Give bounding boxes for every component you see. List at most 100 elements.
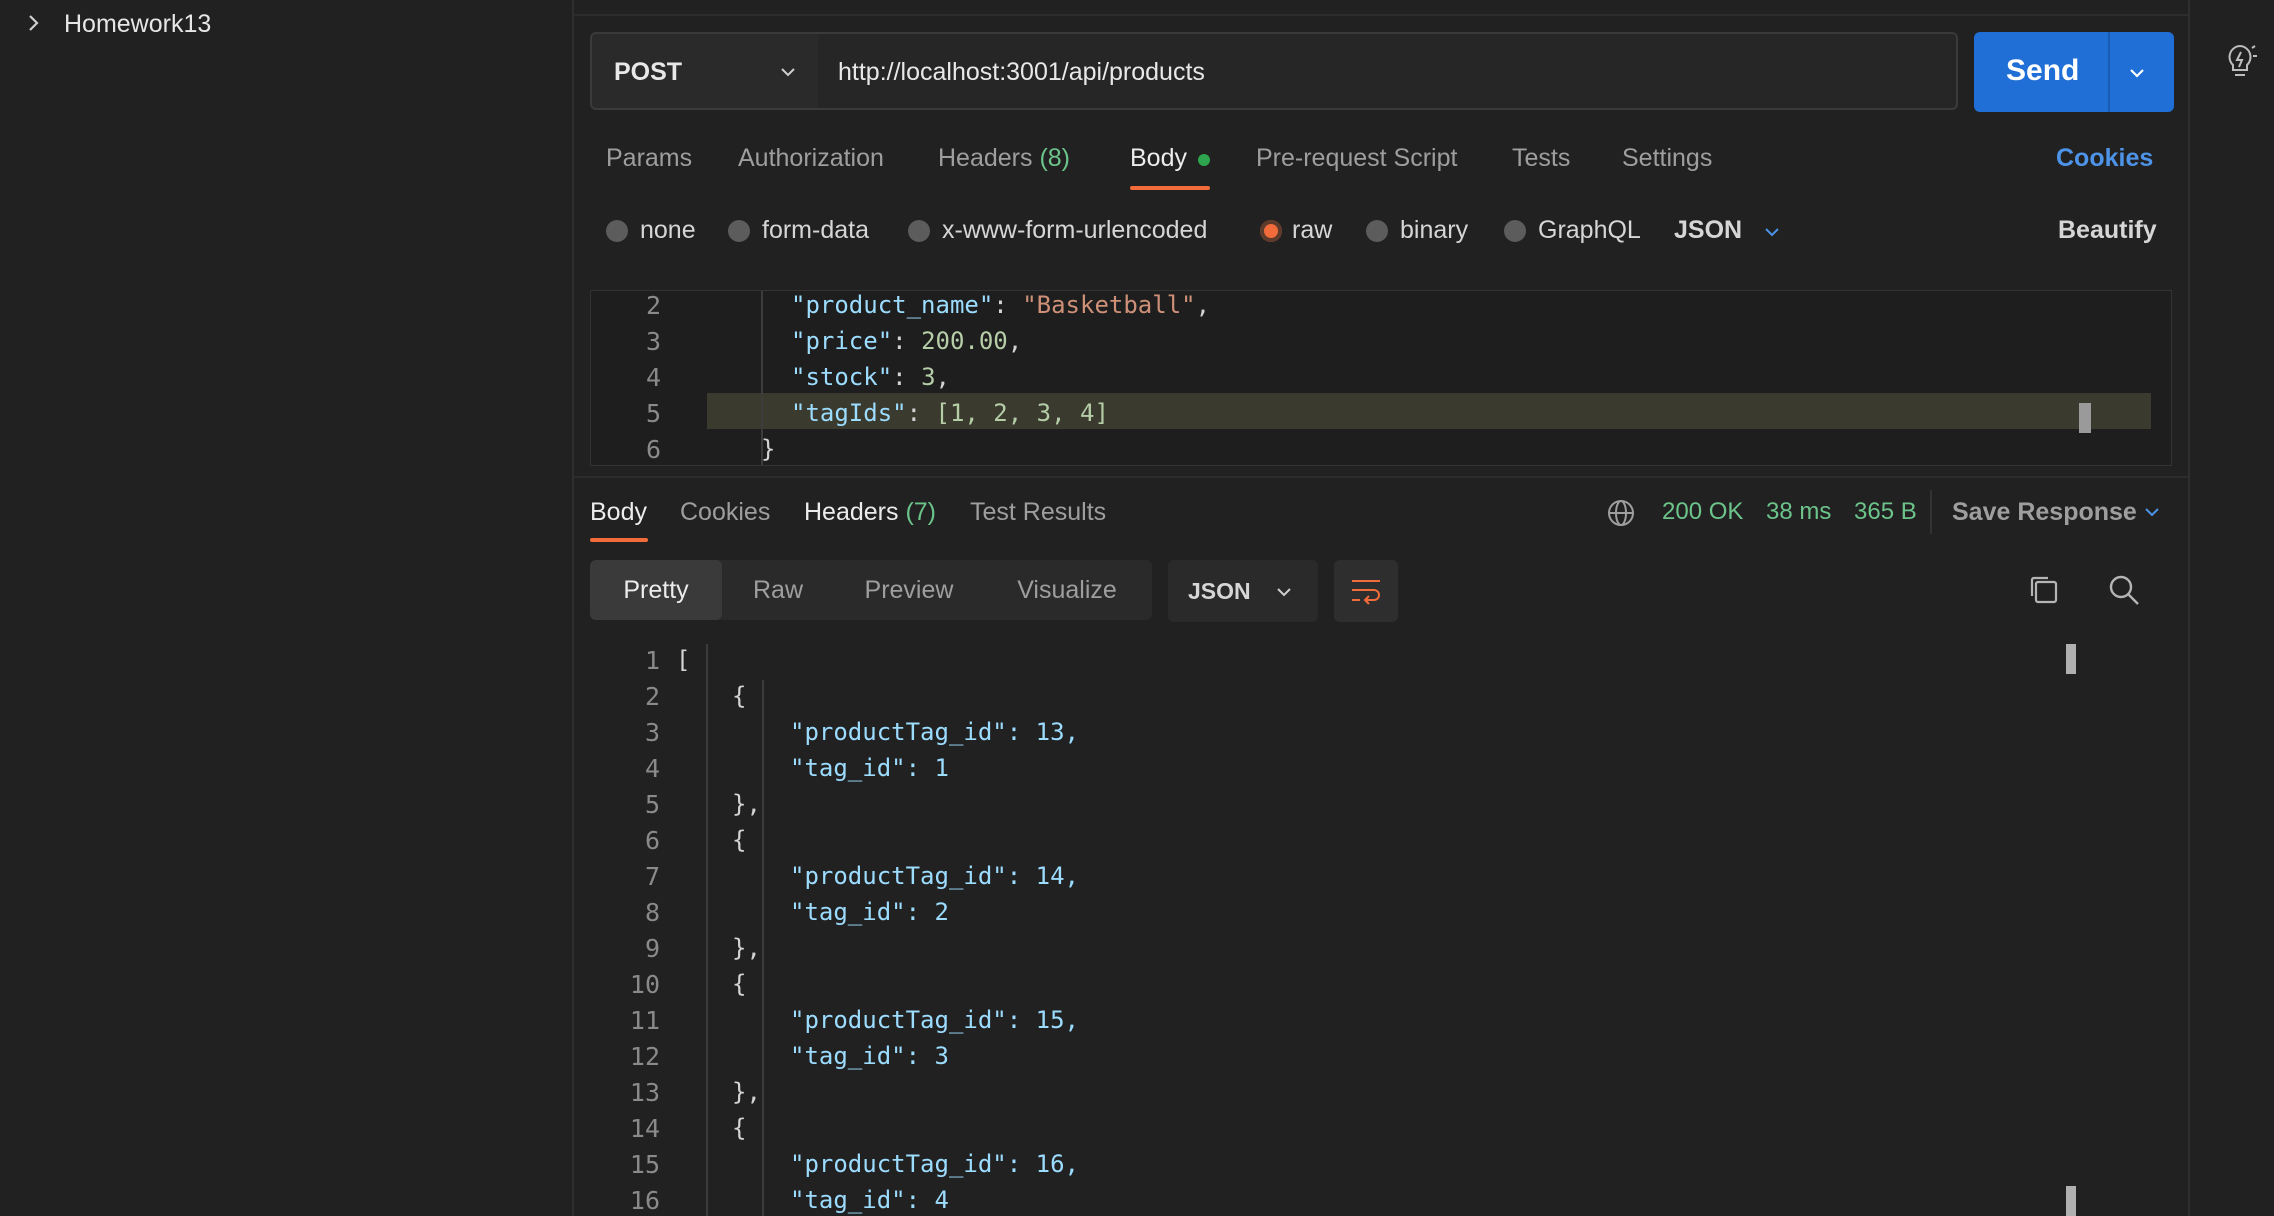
- code-line: "price": 200.00,: [791, 327, 1023, 355]
- line-number: 8: [644, 898, 660, 927]
- line-number: 14: [629, 1114, 660, 1143]
- resp-tab-body[interactable]: Body: [590, 498, 647, 527]
- tab-params[interactable]: Params: [606, 144, 692, 173]
- cookies-link[interactable]: Cookies: [2056, 144, 2153, 173]
- scrollbar-marker[interactable]: [2066, 644, 2076, 674]
- chevron-right-icon[interactable]: [22, 12, 44, 34]
- method-select[interactable]: POST: [590, 32, 820, 110]
- resp-tab-test-results[interactable]: Test Results: [970, 498, 1106, 527]
- tab-pre-request-script[interactable]: Pre-request Script: [1256, 144, 1457, 173]
- copy-icon[interactable]: [2026, 572, 2062, 608]
- indent-guide: [706, 644, 708, 1216]
- line-number: 13: [629, 1078, 660, 1107]
- line-number: 4: [645, 363, 661, 392]
- tab-settings[interactable]: Settings: [1622, 144, 1712, 173]
- code-line: "tag_id": 1: [790, 754, 949, 782]
- resp-tab-headers[interactable]: Headers (7): [804, 498, 936, 527]
- radio-urlencoded[interactable]: [908, 220, 930, 242]
- status-code[interactable]: 200 OK: [1662, 498, 1743, 526]
- tab-tests[interactable]: Tests: [1512, 144, 1570, 173]
- response-view-tabs: Pretty Raw Preview Visualize: [590, 560, 1152, 620]
- line-number: 2: [644, 682, 660, 711]
- json-key: "stock": [791, 363, 893, 391]
- response-format-select[interactable]: JSON: [1168, 560, 1318, 622]
- lightbulb-icon[interactable]: [2222, 42, 2258, 82]
- code-line: {: [732, 682, 747, 710]
- collection-name: Homework13: [64, 10, 212, 38]
- headers-count: (7): [905, 498, 937, 526]
- method-value: POST: [614, 58, 683, 86]
- tab-body[interactable]: Body: [1130, 144, 1187, 173]
- line-number: 11: [629, 1006, 660, 1035]
- body-modified-dot: [1198, 154, 1210, 166]
- radio-graphql[interactable]: [1504, 220, 1526, 242]
- view-raw[interactable]: Raw: [722, 560, 834, 620]
- json-value: 3: [921, 363, 936, 391]
- scrollbar-marker[interactable]: [2066, 1186, 2076, 1216]
- view-pretty[interactable]: Pretty: [590, 560, 722, 620]
- beautify-button[interactable]: Beautify: [2058, 216, 2157, 245]
- request-panel: POST http://localhost:3001/api/products …: [574, 0, 2188, 1216]
- scroll-marker: [2079, 403, 2091, 433]
- indent-guide: [762, 680, 764, 1216]
- chevron-down-icon[interactable]: [1762, 222, 1782, 242]
- json-key: "product_name": [791, 291, 994, 319]
- response-body-viewer[interactable]: 1 2 3 4 5 6 7 8 9 10 11 12 13 14 15 16 […: [590, 640, 2172, 1216]
- save-response-button[interactable]: Save Response: [1952, 498, 2137, 527]
- code-line: "tag_id": 3: [790, 1042, 949, 1070]
- tab-authorization[interactable]: Authorization: [738, 144, 884, 173]
- code-line: "tagIds": [1, 2, 3, 4]: [791, 399, 1109, 427]
- line-number: 5: [645, 399, 661, 428]
- tab-headers-label: Headers: [938, 144, 1033, 172]
- line-number: 16: [629, 1186, 660, 1215]
- code-line: {: [732, 970, 747, 998]
- wrap-lines-icon: [1352, 580, 1380, 605]
- code-line: "tag_id": 4: [790, 1186, 949, 1214]
- radio-binary[interactable]: [1366, 220, 1388, 242]
- divider: [2108, 32, 2110, 112]
- sidebar: Homework13: [0, 0, 574, 1216]
- code-line: "stock": 3,: [791, 363, 950, 391]
- active-tab-indicator: [1130, 186, 1210, 190]
- view-preview[interactable]: Preview: [834, 560, 984, 620]
- json-key: "tagIds": [791, 399, 907, 427]
- request-body-editor[interactable]: 2 3 4 5 6 "product_name": "Basketball", …: [590, 290, 2172, 466]
- response-time[interactable]: 38 ms: [1766, 498, 1831, 526]
- resp-tab-cookies[interactable]: Cookies: [680, 498, 770, 527]
- active-tab-indicator: [590, 538, 648, 542]
- line-number: 3: [645, 327, 661, 356]
- view-visualize[interactable]: Visualize: [984, 560, 1150, 620]
- json-punct: ,: [1195, 291, 1211, 319]
- resp-tab-headers-label: Headers: [804, 498, 899, 526]
- send-button-group: Send: [1974, 32, 2174, 112]
- line-number: 3: [644, 718, 660, 747]
- radio-form-data[interactable]: [728, 220, 750, 242]
- code-line: {: [732, 1114, 747, 1142]
- chevron-down-icon[interactable]: [2126, 62, 2148, 84]
- line-number: 1: [644, 646, 660, 675]
- radio-urlencoded-label: x-www-form-urlencoded: [942, 216, 1208, 244]
- json-punct: ,: [935, 363, 950, 391]
- divider: [1930, 490, 1932, 534]
- radio-raw[interactable]: [1260, 220, 1282, 242]
- wrap-lines-button[interactable]: [1334, 560, 1398, 622]
- response-size[interactable]: 365 B: [1854, 498, 1917, 526]
- code-line: },: [732, 1078, 761, 1106]
- body-language-select[interactable]: JSON: [1674, 216, 1742, 245]
- radio-none[interactable]: [606, 220, 628, 242]
- code-line: },: [732, 934, 761, 962]
- divider: [574, 14, 2188, 16]
- radio-none-label: none: [640, 216, 696, 244]
- pane-divider[interactable]: [574, 476, 2188, 478]
- chevron-down-icon[interactable]: [2142, 502, 2162, 522]
- search-icon[interactable]: [2106, 572, 2142, 608]
- sidebar-collection-homework13[interactable]: Homework13: [0, 0, 572, 52]
- url-input[interactable]: http://localhost:3001/api/products: [818, 32, 1958, 110]
- globe-icon[interactable]: [1606, 498, 1636, 528]
- headers-count: (8): [1039, 144, 1071, 172]
- code-line: "product_name": "Basketball",: [791, 291, 1211, 319]
- line-number: 6: [645, 435, 661, 464]
- send-button[interactable]: Send: [2006, 54, 2079, 88]
- line-number: 4: [644, 754, 660, 783]
- tab-headers[interactable]: Headers (8): [938, 144, 1070, 173]
